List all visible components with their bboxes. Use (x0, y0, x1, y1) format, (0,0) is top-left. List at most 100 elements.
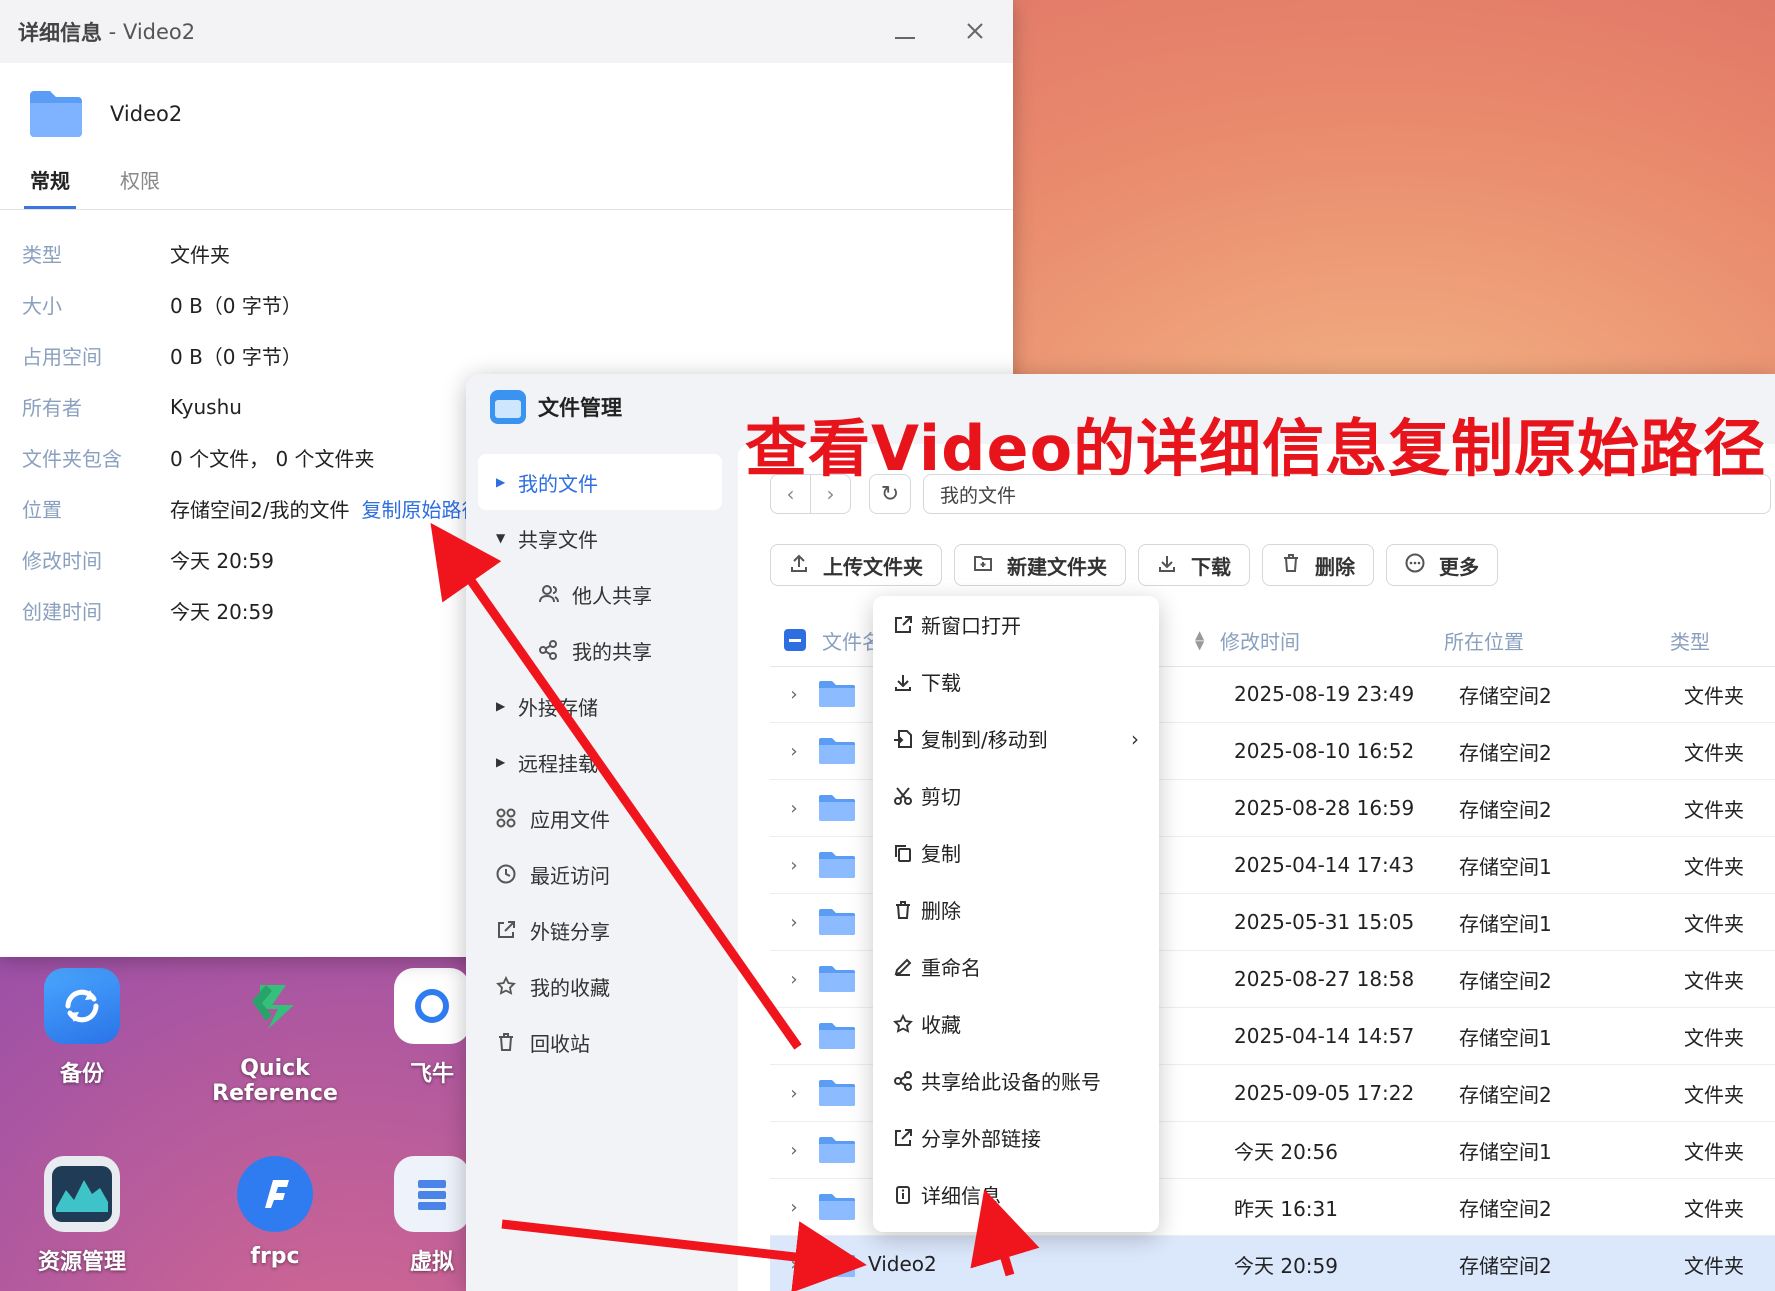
context-menu: 新窗口打开 下载 复制到/移动到 › 剪切 复制 删除重命名收藏共享给此设备的账号分享外部链… (873, 596, 1159, 1232)
external-share-icon (893, 1128, 921, 1148)
prop-value: 今天 20:59 (170, 549, 274, 573)
upload-folder-button[interactable]: 上传文件夹 (770, 544, 942, 586)
users-icon (538, 584, 572, 604)
context-menu-label: 重命名 (921, 956, 981, 980)
chevron-right-icon[interactable]: › (770, 969, 818, 990)
desktop-icon-label: 资源管理 (37, 1250, 126, 1275)
column-header-location[interactable]: 所在位置 (1444, 626, 1524, 655)
prop-key: 所有者 (22, 396, 82, 420)
sidebar-item-external-storage[interactable]: ▶ 外接存储 (478, 678, 722, 734)
copy-original-path-link[interactable]: 复制原始路径 (361, 494, 481, 523)
sort-icon[interactable]: ▲ ▼ (1195, 629, 1204, 651)
sidebar-item-link-shares[interactable]: 外链分享 (478, 902, 722, 958)
chevron-right-icon[interactable]: › (770, 798, 818, 819)
sidebar-item-label: 我的共享 (572, 639, 652, 664)
prop-value: 0 B（0 字节） (170, 345, 302, 369)
clock-icon (496, 864, 530, 884)
column-header-mtime[interactable]: 修改时间 (1220, 626, 1300, 655)
button-label: 上传文件夹 (823, 554, 923, 579)
context-menu-item[interactable]: 收藏 (873, 995, 1159, 1052)
app-header: 文件管理 (490, 390, 622, 424)
context-menu-item[interactable]: 共享给此设备的账号 (873, 1052, 1159, 1109)
desktop-icon-frpc[interactable]: frpc (200, 1156, 350, 1269)
tab-general[interactable]: 常规 (24, 157, 76, 209)
chevron-right-icon[interactable]: › (770, 1026, 818, 1047)
sidebar-item-remote-mount[interactable]: ▶ 远程挂载 (478, 734, 722, 790)
trash-icon (496, 1032, 530, 1052)
file-location: 存储空间1 (1459, 1139, 1552, 1164)
chevron-right-icon: › (1131, 726, 1139, 751)
context-menu-item[interactable]: 下载 (873, 653, 1159, 710)
sidebar-item-recent[interactable]: 最近访问 (478, 846, 722, 902)
info-icon (893, 1185, 921, 1205)
sidebar-item-shared-files[interactable]: ▼ 共享文件 (478, 510, 722, 566)
minimize-button[interactable] (885, 18, 925, 46)
annotation-text: 查看Video的详细信息复制原始路径 (745, 412, 1767, 485)
sidebar-item-recycle-bin[interactable]: 回收站 (478, 1014, 722, 1070)
details-titlebar[interactable]: 详细信息 - Video2 (0, 0, 1013, 63)
chevron-right-icon[interactable]: › (770, 684, 818, 705)
context-menu-item[interactable]: 复制到/移动到 › (873, 710, 1159, 767)
file-type: 文件夹 (1684, 1139, 1744, 1164)
file-type: 文件夹 (1684, 1082, 1744, 1107)
file-mtime: 2025-04-14 17:43 (1234, 853, 1415, 877)
chevron-right-icon[interactable]: › (770, 1083, 818, 1104)
chevron-right-icon[interactable]: › (770, 1254, 818, 1275)
desktop-icon-vm[interactable]: 虚拟 (392, 1156, 472, 1276)
share-icon (538, 640, 572, 660)
desktop-icon-label: 备份 (59, 1062, 104, 1087)
file-type: 文件夹 (1684, 854, 1744, 879)
close-button[interactable] (955, 18, 995, 46)
context-menu-item[interactable]: 分享外部链接 (873, 1109, 1159, 1166)
file-mtime: 2025-09-05 17:22 (1234, 1081, 1415, 1105)
file-type: 文件夹 (1684, 1025, 1744, 1050)
context-menu-item[interactable]: 详细信息 (873, 1166, 1159, 1223)
sidebar-item-label: 应用文件 (530, 807, 610, 832)
context-menu-item[interactable]: 删除 (873, 881, 1159, 938)
prop-value: Kyushu (170, 394, 242, 419)
table-row[interactable]: › Video2 今天 20:59 存储空间2 文件夹 (770, 1236, 1775, 1291)
download-button[interactable]: 下载 (1138, 544, 1250, 586)
new-folder-button[interactable]: 新建文件夹 (954, 544, 1126, 586)
sidebar-item-app-files[interactable]: 应用文件 (478, 790, 722, 846)
desktop-icon-quick-reference[interactable]: Quick Reference (200, 968, 350, 1106)
select-all-checkbox[interactable] (784, 629, 806, 651)
folder-icon (819, 681, 855, 707)
upload-icon (789, 553, 809, 578)
chevron-right-icon[interactable]: › (770, 1197, 818, 1218)
sidebar-item-favorites[interactable]: 我的收藏 (478, 958, 722, 1014)
apps-icon (496, 808, 530, 828)
desktop-icon-feiniu[interactable]: 飞牛 (392, 968, 472, 1088)
prop-row-size: 大小 0 B（0 字节） (22, 279, 991, 330)
external-share-icon (496, 920, 530, 940)
chevron-right-icon[interactable]: › (770, 855, 818, 876)
context-menu-item[interactable]: 剪切 (873, 767, 1159, 824)
context-menu-item[interactable]: 重命名 (873, 938, 1159, 995)
sidebar-item-shared-by-others[interactable]: 他人共享 (478, 566, 722, 622)
sidebar-item-my-shares[interactable]: 我的共享 (478, 622, 722, 678)
star-icon (893, 1013, 921, 1034)
file-mtime: 2025-04-14 14:57 (1234, 1024, 1415, 1048)
desktop-icon-resource-monitor[interactable]: 资源管理 (7, 1156, 157, 1276)
feiniu-icon (394, 968, 470, 1044)
desktop-icon-label: Quick Reference (212, 1056, 338, 1106)
chevron-right-icon[interactable]: › (770, 912, 818, 933)
open-new-window-icon (893, 615, 921, 635)
chevron-right-icon[interactable]: › (770, 741, 818, 762)
tab-permissions[interactable]: 权限 (114, 157, 166, 209)
context-menu-label: 共享给此设备的账号 (921, 1070, 1101, 1094)
more-button[interactable]: 更多 (1386, 544, 1498, 586)
copy-icon (893, 843, 921, 863)
context-menu-item[interactable]: 新窗口打开 (873, 596, 1159, 653)
window-title-separator: - (102, 19, 123, 44)
file-type: 文件夹 (1684, 1196, 1744, 1221)
folder-icon (819, 1137, 855, 1163)
delete-button[interactable]: 删除 (1262, 544, 1374, 586)
more-icon (1405, 553, 1425, 578)
sidebar-item-my-files[interactable]: ▶ 我的文件 (478, 454, 722, 510)
desktop-icon-backup[interactable]: 备份 (7, 968, 157, 1088)
file-mtime: 2025-08-10 16:52 (1234, 739, 1415, 763)
context-menu-item[interactable]: 复制 (873, 824, 1159, 881)
column-header-type[interactable]: 类型 (1670, 626, 1710, 655)
chevron-right-icon[interactable]: › (770, 1140, 818, 1161)
